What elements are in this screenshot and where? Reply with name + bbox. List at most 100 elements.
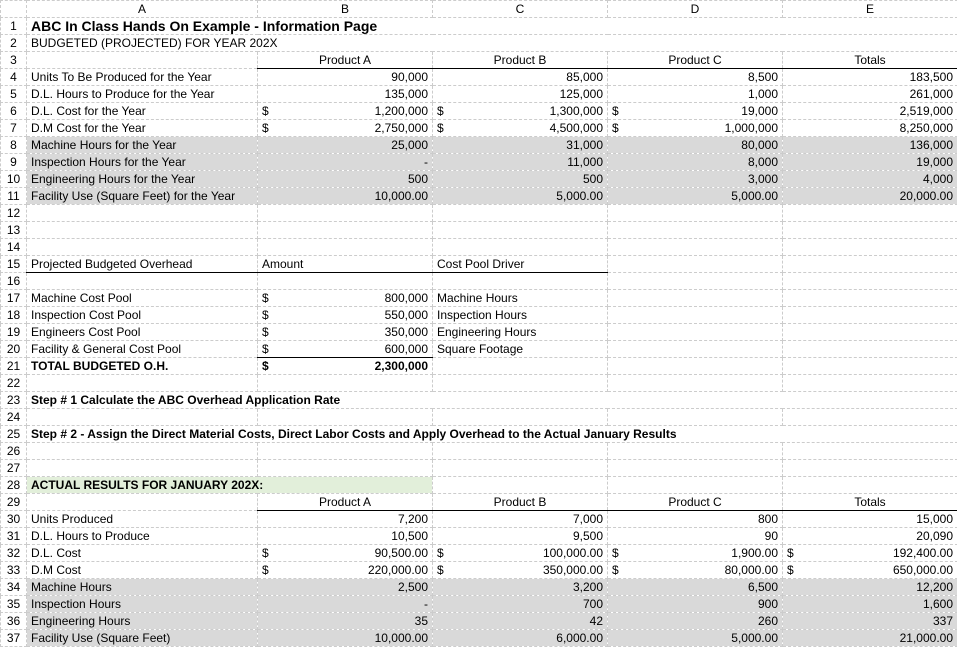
- cell[interactable]: 20,000.00: [783, 188, 957, 205]
- header-product-a[interactable]: Product A: [258, 494, 433, 511]
- cell[interactable]: [608, 290, 783, 307]
- oh-label[interactable]: Machine Cost Pool: [27, 290, 258, 307]
- cell[interactable]: [783, 409, 957, 426]
- cell[interactable]: [608, 205, 783, 222]
- cell[interactable]: 3,200: [433, 579, 608, 596]
- cell[interactable]: 500: [433, 171, 608, 188]
- cell[interactable]: [608, 273, 783, 290]
- row-header[interactable]: 24: [1, 409, 27, 426]
- cell[interactable]: 135,000: [258, 86, 433, 103]
- label-ih[interactable]: Inspection Hours for the Year: [27, 154, 258, 171]
- row-header[interactable]: 15: [1, 256, 27, 273]
- cell[interactable]: 85,000: [433, 69, 608, 86]
- row-header[interactable]: 30: [1, 511, 27, 528]
- cell[interactable]: 90,000: [258, 69, 433, 86]
- cell[interactable]: [433, 222, 608, 239]
- cell[interactable]: [27, 205, 258, 222]
- cell[interactable]: 20,090: [783, 528, 957, 545]
- cell[interactable]: $2,750,000: [258, 120, 433, 137]
- cell[interactable]: 2,519,000: [783, 103, 957, 120]
- cell[interactable]: [783, 290, 957, 307]
- cell[interactable]: Inspection Hours: [433, 307, 608, 324]
- row-header[interactable]: 13: [1, 222, 27, 239]
- cell[interactable]: $19,000: [608, 103, 783, 120]
- cell[interactable]: [608, 324, 783, 341]
- cell[interactable]: [608, 375, 783, 392]
- cell[interactable]: [783, 239, 957, 256]
- row-header[interactable]: 9: [1, 154, 27, 171]
- cell[interactable]: [783, 273, 957, 290]
- header-product-c[interactable]: Product C: [608, 494, 783, 511]
- row-header[interactable]: 14: [1, 239, 27, 256]
- cell[interactable]: [27, 460, 258, 477]
- header-totals[interactable]: Totals: [783, 52, 957, 69]
- cell[interactable]: $192,400.00: [783, 545, 957, 562]
- row-header[interactable]: 28: [1, 477, 27, 494]
- oh-header-label[interactable]: Projected Budgeted Overhead: [27, 256, 258, 273]
- row-header[interactable]: 1: [1, 18, 27, 35]
- cell[interactable]: [258, 375, 433, 392]
- row-header[interactable]: 4: [1, 69, 27, 86]
- header-product-b[interactable]: Product B: [433, 494, 608, 511]
- cell[interactable]: $80,000.00: [608, 562, 783, 579]
- cell[interactable]: 35: [258, 613, 433, 630]
- cell[interactable]: [27, 375, 258, 392]
- row-header[interactable]: 34: [1, 579, 27, 596]
- cell[interactable]: Machine Hours: [433, 290, 608, 307]
- cell[interactable]: 125,000: [433, 86, 608, 103]
- cell[interactable]: [258, 239, 433, 256]
- row-header[interactable]: 37: [1, 630, 27, 647]
- col-header-C[interactable]: C: [433, 1, 608, 18]
- cell[interactable]: [608, 409, 783, 426]
- cell[interactable]: 10,500: [258, 528, 433, 545]
- row-header[interactable]: 7: [1, 120, 27, 137]
- cell[interactable]: Square Footage: [433, 341, 608, 358]
- cell[interactable]: [783, 256, 957, 273]
- label-units[interactable]: Units To Be Produced for the Year: [27, 69, 258, 86]
- cell[interactable]: 12,200: [783, 579, 957, 596]
- cell[interactable]: [258, 460, 433, 477]
- cell[interactable]: $1,300,000: [433, 103, 608, 120]
- cell[interactable]: [433, 239, 608, 256]
- cell[interactable]: $350,000.00: [433, 562, 608, 579]
- cell[interactable]: [433, 409, 608, 426]
- cell[interactable]: 1,000: [608, 86, 783, 103]
- label[interactable]: D.L. Cost: [27, 545, 258, 562]
- cell[interactable]: 21,000.00: [783, 630, 957, 647]
- cell[interactable]: $600,000: [258, 341, 433, 358]
- header-product-c[interactable]: Product C: [608, 52, 783, 69]
- cell[interactable]: [783, 375, 957, 392]
- cell[interactable]: 136,000: [783, 137, 957, 154]
- cell[interactable]: [27, 443, 258, 460]
- cell[interactable]: [27, 409, 258, 426]
- cell[interactable]: 900: [608, 596, 783, 613]
- cell[interactable]: $220,000.00: [258, 562, 433, 579]
- cell[interactable]: 337: [783, 613, 957, 630]
- cell[interactable]: [783, 205, 957, 222]
- cell[interactable]: [258, 409, 433, 426]
- corner-cell[interactable]: [1, 1, 27, 18]
- cell[interactable]: [27, 222, 258, 239]
- cell[interactable]: 25,000: [258, 137, 433, 154]
- label[interactable]: D.L. Hours to Produce: [27, 528, 258, 545]
- cell[interactable]: 1,600: [783, 596, 957, 613]
- oh-total-amount[interactable]: $2,300,000: [258, 358, 433, 375]
- row-header[interactable]: 31: [1, 528, 27, 545]
- cell[interactable]: [783, 443, 957, 460]
- cell[interactable]: [783, 358, 957, 375]
- row-header[interactable]: 3: [1, 52, 27, 69]
- cell[interactable]: 15,000: [783, 511, 957, 528]
- row-header[interactable]: 16: [1, 273, 27, 290]
- label[interactable]: D.M Cost: [27, 562, 258, 579]
- row-header[interactable]: 32: [1, 545, 27, 562]
- header-totals[interactable]: Totals: [783, 494, 957, 511]
- header-product-b[interactable]: Product B: [433, 52, 608, 69]
- oh-label[interactable]: Inspection Cost Pool: [27, 307, 258, 324]
- cell[interactable]: 80,000: [608, 137, 783, 154]
- row-header[interactable]: 6: [1, 103, 27, 120]
- cell[interactable]: 42: [433, 613, 608, 630]
- oh-total-label[interactable]: TOTAL BUDGETED O.H.: [27, 358, 258, 375]
- cell[interactable]: 183,500: [783, 69, 957, 86]
- label-dmc[interactable]: D.M Cost for the Year: [27, 120, 258, 137]
- cell[interactable]: [783, 341, 957, 358]
